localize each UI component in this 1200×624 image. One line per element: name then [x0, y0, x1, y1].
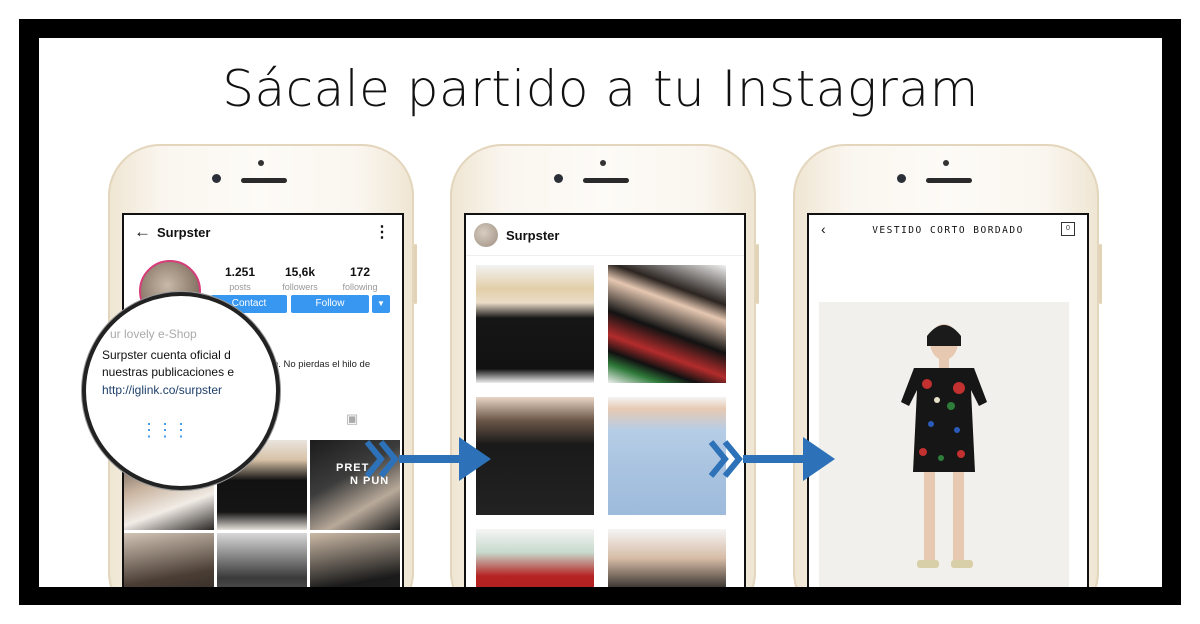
stage: Sácale partido a tu Instagram ← Surpster…	[39, 38, 1162, 587]
feed-photo[interactable]	[476, 265, 594, 383]
magnified-subtitle: ur lovely e-Shop	[110, 327, 197, 341]
stat-following[interactable]: 172 following	[330, 265, 390, 292]
shopping-bag-icon[interactable]: 0	[1061, 222, 1075, 236]
phone-product: ‹ VESTIDO CORTO BORDADO 0	[793, 144, 1102, 587]
more-vertical-icon[interactable]: ⋮	[374, 222, 390, 242]
double-chevron-arrow-icon	[709, 437, 835, 481]
grid-photo[interactable]	[217, 533, 307, 587]
magnified-bio-line: Surpster cuenta oficial d	[102, 348, 231, 362]
feed-photo[interactable]	[476, 529, 594, 587]
double-chevron-arrow-icon	[365, 437, 491, 481]
product-image[interactable]	[819, 302, 1069, 587]
magnifier-zoom: ster ur lovely e-Shop Surpster cuenta of…	[82, 292, 280, 490]
feed-screen: Surpster	[464, 213, 746, 587]
profile-username: Surpster	[157, 225, 211, 240]
grid-photo[interactable]	[124, 533, 214, 587]
camera-icon	[212, 174, 221, 183]
feed-photo[interactable]	[476, 397, 594, 515]
magnified-username: ster	[100, 306, 123, 320]
magnified-bio-line: nuestras publicaciones e	[102, 365, 235, 379]
phone-feed: Surpster	[450, 144, 759, 587]
avatar[interactable]	[474, 223, 498, 247]
headline: Sácale partido a tu Instagram	[222, 60, 979, 118]
feed-username[interactable]: Surpster	[506, 228, 559, 243]
arrow-left-icon[interactable]: ←	[134, 222, 151, 242]
model-illustration	[819, 302, 1069, 587]
feed-photo[interactable]	[608, 529, 726, 587]
product-title: VESTIDO CORTO BORDADO	[872, 225, 1024, 236]
chevron-down-icon[interactable]: ▼	[372, 295, 390, 313]
grid-photo[interactable]	[310, 533, 400, 587]
follow-button[interactable]: Follow	[291, 295, 369, 313]
grid-icon[interactable]: ⋮⋮⋮	[140, 420, 190, 441]
camera-icon	[554, 174, 563, 183]
tagged-user-icon[interactable]: ▣	[346, 411, 358, 427]
bio-link[interactable]: http://iglink.co/surpster	[102, 383, 222, 397]
product-screen: ‹ VESTIDO CORTO BORDADO 0	[807, 213, 1089, 587]
stat-posts: 1.251 posts	[224, 265, 256, 292]
feed-photo[interactable]	[608, 265, 726, 383]
camera-icon	[897, 174, 906, 183]
stat-followers[interactable]: 15,6k followers	[270, 265, 330, 292]
